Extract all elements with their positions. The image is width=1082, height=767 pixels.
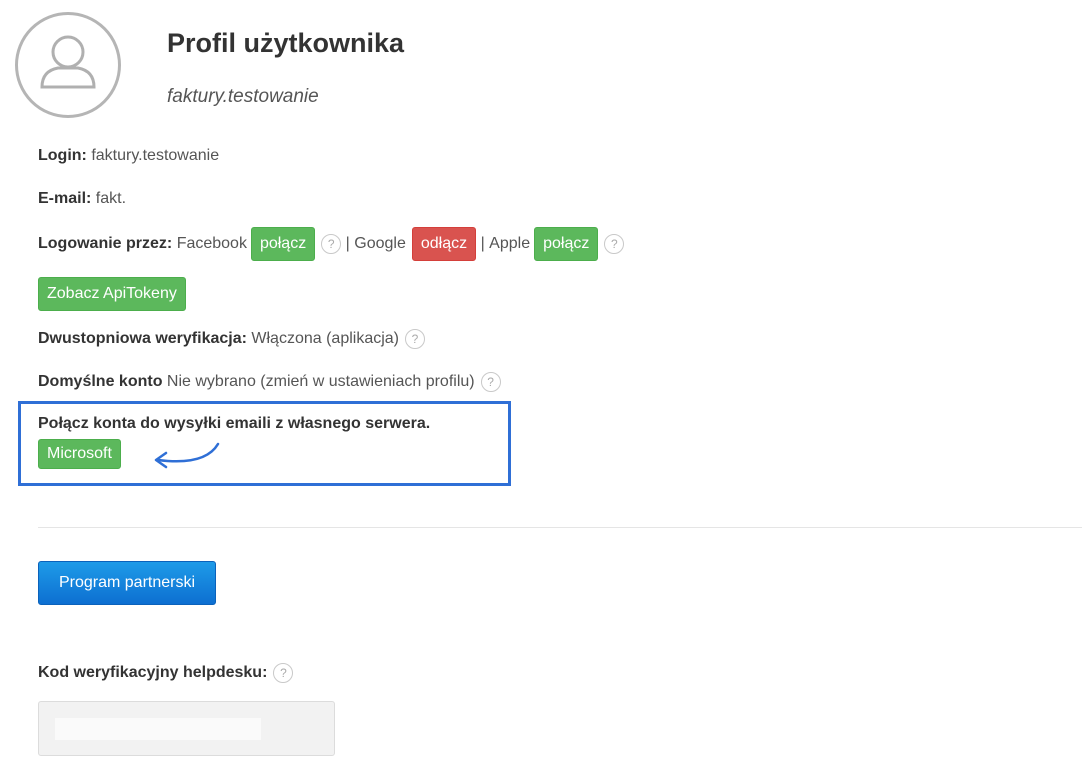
facebook-connect-button[interactable]: połącz: [250, 227, 316, 261]
help-icon[interactable]: ?: [321, 234, 342, 254]
email-value: fakt.: [95, 190, 127, 207]
twofa-row: Dwustopniowa weryfikacja: Włączona (apli…: [38, 329, 425, 349]
microsoft-button[interactable]: Microsoft: [38, 439, 121, 469]
login-via-label: Logowanie przez:: [38, 235, 173, 252]
helpdesk-label: Kod weryfikacyjny helpdesku:: [38, 664, 268, 681]
apple-label: Apple: [489, 235, 531, 252]
help-icon[interactable]: ?: [273, 663, 294, 683]
divider: [38, 527, 1082, 528]
login-value: faktury.testowanie: [91, 147, 220, 164]
separator: |: [345, 235, 350, 252]
api-tokens-button[interactable]: Zobacz ApiTokeny: [38, 277, 186, 311]
username-subtitle: faktury.testowanie: [167, 86, 319, 107]
email-server-heading: Połącz konta do wysyłki emaili z własneg…: [38, 415, 430, 433]
twofa-label: Dwustopniowa weryfikacja:: [38, 330, 247, 347]
helpdesk-row: Kod weryfikacyjny helpdesku: ?: [38, 663, 294, 683]
twofa-value: Włączona (aplikacja): [251, 330, 399, 347]
google-disconnect-button[interactable]: odłącz: [411, 227, 477, 261]
default-account-label: Domyślne konto: [38, 373, 163, 390]
helpdesk-code-field[interactable]: [38, 701, 335, 756]
facebook-label: Facebook: [176, 235, 247, 252]
curved-arrow-icon: [154, 442, 220, 469]
api-tokens-row: Zobacz ApiTokeny: [38, 277, 186, 311]
user-avatar-icon: [40, 35, 96, 89]
email-row: E-mail: fakt.: [38, 190, 126, 208]
login-label: Login:: [38, 147, 87, 164]
page-title: Profil użytkownika: [167, 28, 405, 58]
avatar: [15, 12, 121, 118]
login-row: Login: faktury.testowanie: [38, 147, 219, 165]
login-via-row: Logowanie przez: Facebook połącz ? | Goo…: [38, 227, 625, 261]
help-icon[interactable]: ?: [480, 372, 501, 392]
help-icon[interactable]: ?: [405, 329, 425, 349]
email-server-heading-text: Połącz konta do wysyłki emaili z własneg…: [38, 415, 431, 432]
help-icon[interactable]: ?: [604, 234, 625, 254]
separator: |: [480, 235, 485, 252]
microsoft-row: Microsoft: [38, 439, 121, 469]
default-account-row: Domyślne konto Nie wybrano (zmień w usta…: [38, 372, 501, 392]
google-label: Google: [354, 235, 406, 252]
email-label: E-mail:: [38, 190, 92, 207]
helpdesk-code-value: [55, 718, 261, 740]
default-account-value: Nie wybrano (zmień w ustawieniach profil…: [166, 373, 475, 390]
apple-connect-button[interactable]: połącz: [534, 227, 599, 261]
partner-program-button[interactable]: Program partnerski: [38, 561, 216, 605]
